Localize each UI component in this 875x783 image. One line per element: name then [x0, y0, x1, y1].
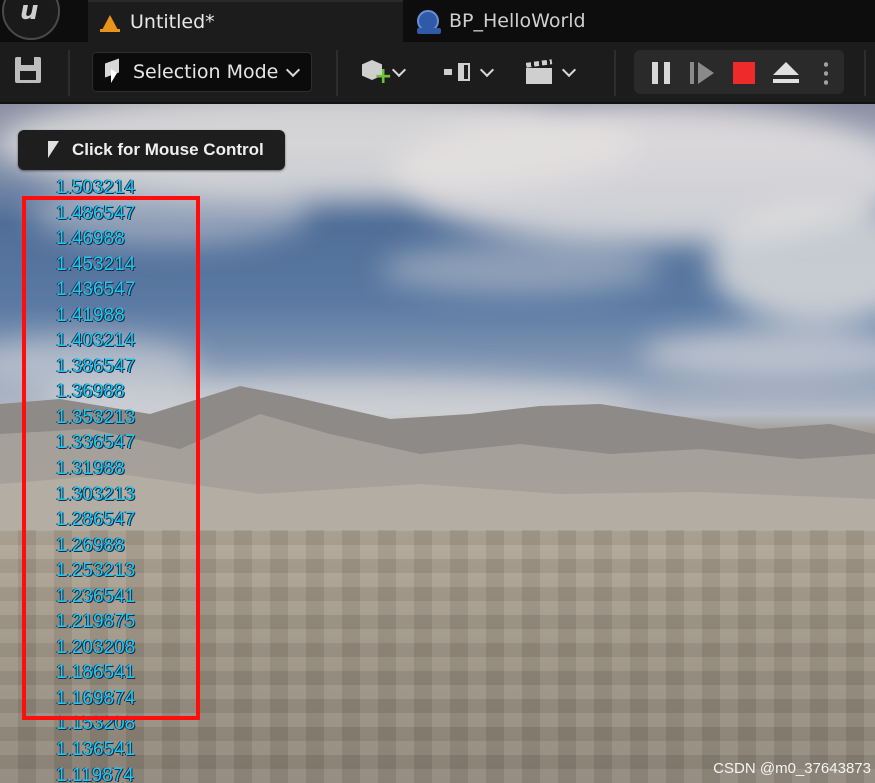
log-line: 1.119874: [56, 764, 134, 783]
selection-mode-label: Selection Mode: [133, 61, 279, 83]
main-toolbar: Selection Mode: [0, 42, 875, 104]
log-line: 1.136541: [56, 739, 136, 761]
blueprint-tool-icon: [444, 61, 472, 83]
chevron-down-icon: [479, 62, 495, 77]
blueprint-menu-button[interactable]: [444, 56, 495, 88]
level-viewport[interactable]: Click for Mouse Control 1.503214 1.486547…: [0, 104, 875, 783]
tab-bp-helloworld[interactable]: BP_HelloWorld: [403, 0, 703, 42]
toolbar-divider: [68, 50, 70, 96]
chevron-down-icon: [391, 62, 407, 77]
highlight-box: [22, 196, 200, 720]
eject-icon[interactable]: [773, 62, 799, 84]
add-actor-icon: [362, 60, 392, 88]
level-icon: [100, 12, 120, 32]
tab-label: Untitled*: [130, 11, 215, 33]
save-icon[interactable]: [15, 57, 41, 83]
toolbar-divider: [864, 50, 866, 96]
unreal-logo-icon[interactable]: [2, 0, 60, 40]
add-actor-button[interactable]: [362, 56, 407, 88]
cinematics-icon: [526, 60, 554, 84]
pause-icon[interactable]: [652, 62, 672, 84]
watermark: CSDN @m0_37643873: [713, 760, 871, 777]
tab-label: BP_HelloWorld: [449, 10, 586, 32]
toolbar-divider: [614, 50, 616, 96]
selection-mode-dropdown[interactable]: Selection Mode: [92, 52, 312, 92]
play-controls: [634, 50, 844, 94]
selection-cursor-icon: [105, 61, 123, 83]
tab-bar: Untitled* BP_HelloWorld: [0, 0, 875, 42]
chevron-down-icon: [286, 62, 301, 77]
tab-untitled[interactable]: Untitled*: [88, 0, 403, 42]
stop-icon[interactable]: [733, 62, 755, 84]
mouse-control-button[interactable]: Click for Mouse Control: [18, 130, 285, 170]
cursor-icon: [48, 141, 60, 159]
toolbar-divider: [336, 50, 338, 96]
step-icon[interactable]: [690, 62, 718, 84]
more-options-icon[interactable]: [824, 60, 828, 86]
blueprint-icon: [417, 10, 441, 34]
cinematics-button[interactable]: [526, 56, 577, 88]
chevron-down-icon: [561, 62, 577, 77]
mouse-control-label: Click for Mouse Control: [72, 140, 264, 159]
